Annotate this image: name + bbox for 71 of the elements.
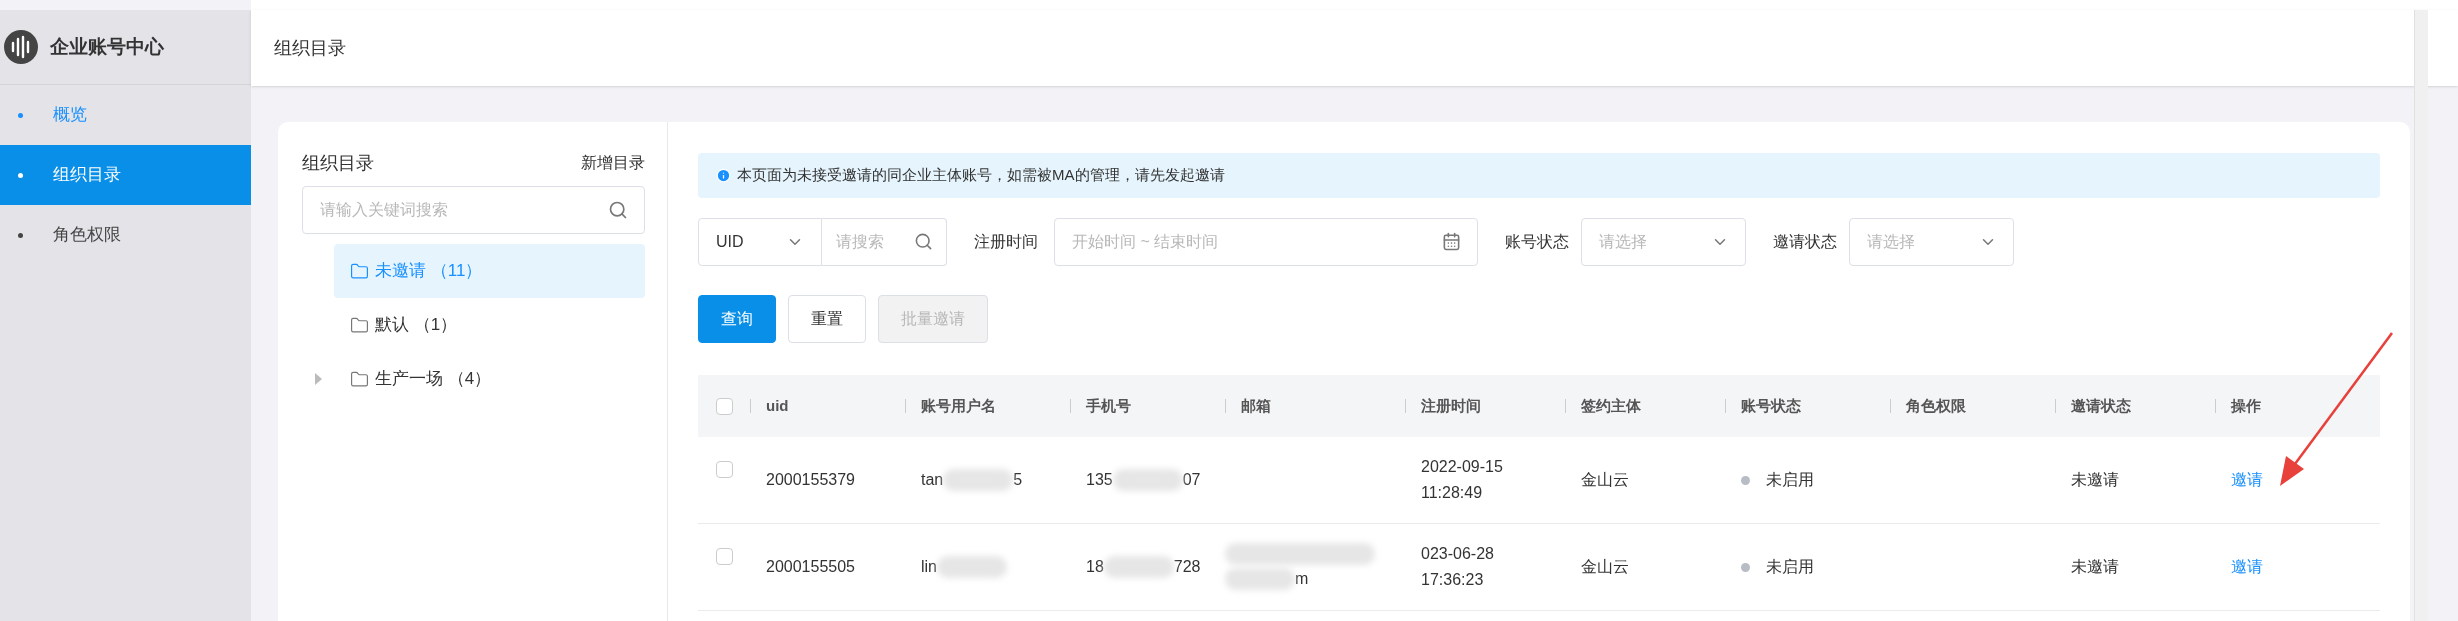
date-range-field[interactable]: 开始时间 ~ 结束时间: [1054, 218, 1478, 266]
invite-status-select[interactable]: 请选择: [1849, 218, 2014, 266]
table-cell-text: 11:28:49: [1421, 483, 1484, 503]
column-header: 签约主体: [1581, 395, 1641, 416]
action-button[interactable]: 查询: [698, 295, 776, 343]
table-cell: 金山云: [1581, 558, 1629, 575]
column-header: 账号用户名: [921, 395, 996, 416]
search-field[interactable]: 请搜索: [822, 218, 947, 266]
table-cell-text: lin: [921, 557, 937, 577]
column-header: 邮箱: [1241, 395, 1271, 416]
column-header: uid: [766, 395, 789, 416]
notice-text: 本页面为未接受邀请的同企业主体账号，如需被MA的管理，请先发起邀请: [737, 165, 1225, 186]
uid-select[interactable]: UID: [698, 218, 822, 266]
column-header: 操作: [2231, 395, 2261, 416]
folder-icon: [350, 261, 369, 281]
table-cell-text: 023-06-28: [1421, 544, 1495, 564]
folder-icon: [350, 369, 369, 389]
table-cell-text: 5: [1013, 470, 1023, 490]
blur-mask: [943, 469, 1014, 491]
search-icon: [914, 232, 933, 251]
table-cell-text: 07: [1182, 470, 1201, 490]
tree-item[interactable]: 生产一场 （4）: [334, 352, 645, 406]
table-cell: 金山云: [1581, 471, 1629, 488]
table-cell: 未邀请: [2071, 471, 2119, 488]
table-cell-text: 2022-09-15: [1421, 457, 1504, 477]
action-button[interactable]: 重置: [788, 295, 866, 343]
blur-mask: [937, 556, 1007, 578]
invite-status-label: 邀请状态: [1773, 232, 1837, 252]
info-icon: [716, 168, 731, 183]
table-cell: 未邀请: [2071, 558, 2119, 575]
account-status-select[interactable]: 请选择: [1581, 218, 1746, 266]
table-cell-text: m: [1295, 569, 1309, 589]
invite-link[interactable]: 邀请: [2231, 468, 2263, 492]
table-cell: 2000155505: [766, 558, 855, 575]
search-icon: [608, 200, 628, 220]
sidebar-item[interactable]: 组织目录: [0, 145, 251, 205]
sidebar-item[interactable]: 概览: [0, 85, 251, 145]
tree-item[interactable]: 未邀请 （11）: [334, 244, 645, 298]
calendar-icon: [1442, 232, 1461, 251]
table-cell-text: 18: [1086, 557, 1104, 577]
table-cell-text: 17:36:23: [1421, 570, 1485, 590]
blur-mask: [1112, 469, 1183, 491]
app-title: 企业账号中心: [50, 34, 164, 59]
account-status-label: 账号状态: [1505, 232, 1569, 252]
table-cell-text: 135: [1086, 470, 1113, 490]
table-cell-text: 未启用: [1766, 557, 1814, 577]
select-all-checkbox[interactable]: [715, 397, 733, 415]
column-header: 注册时间: [1421, 395, 1481, 416]
tree-item[interactable]: 默认 （1）: [334, 298, 645, 352]
blur-mask: [1225, 568, 1295, 590]
sound-wave-logo-icon: [4, 30, 38, 64]
column-header: 账号状态: [1741, 395, 1801, 416]
tree-title: 组织目录: [302, 151, 374, 175]
table-cell: 2000155379: [766, 471, 855, 488]
page-title: 组织目录: [274, 36, 346, 60]
column-header: 手机号: [1086, 395, 1131, 416]
blur-mask: [1103, 556, 1174, 578]
date-label: 注册时间: [974, 232, 1038, 252]
column-header: 邀请状态: [2071, 395, 2131, 416]
table-cell-text: 未启用: [1766, 470, 1814, 490]
expand-caret-icon[interactable]: [314, 373, 322, 385]
invite-link[interactable]: 邀请: [2231, 555, 2263, 579]
row-checkbox[interactable]: [715, 548, 733, 565]
row-checkbox[interactable]: [715, 461, 733, 478]
column-header: 角色权限: [1906, 395, 1966, 416]
folder-icon: [350, 315, 369, 335]
add-directory-link[interactable]: 新增目录: [581, 151, 645, 175]
table-cell-text: tan: [921, 470, 944, 490]
tree-search-field[interactable]: 请输入关键词搜索: [302, 186, 645, 234]
table-cell-text: 728: [1173, 557, 1201, 577]
sidebar-item[interactable]: 角色权限: [0, 205, 251, 265]
